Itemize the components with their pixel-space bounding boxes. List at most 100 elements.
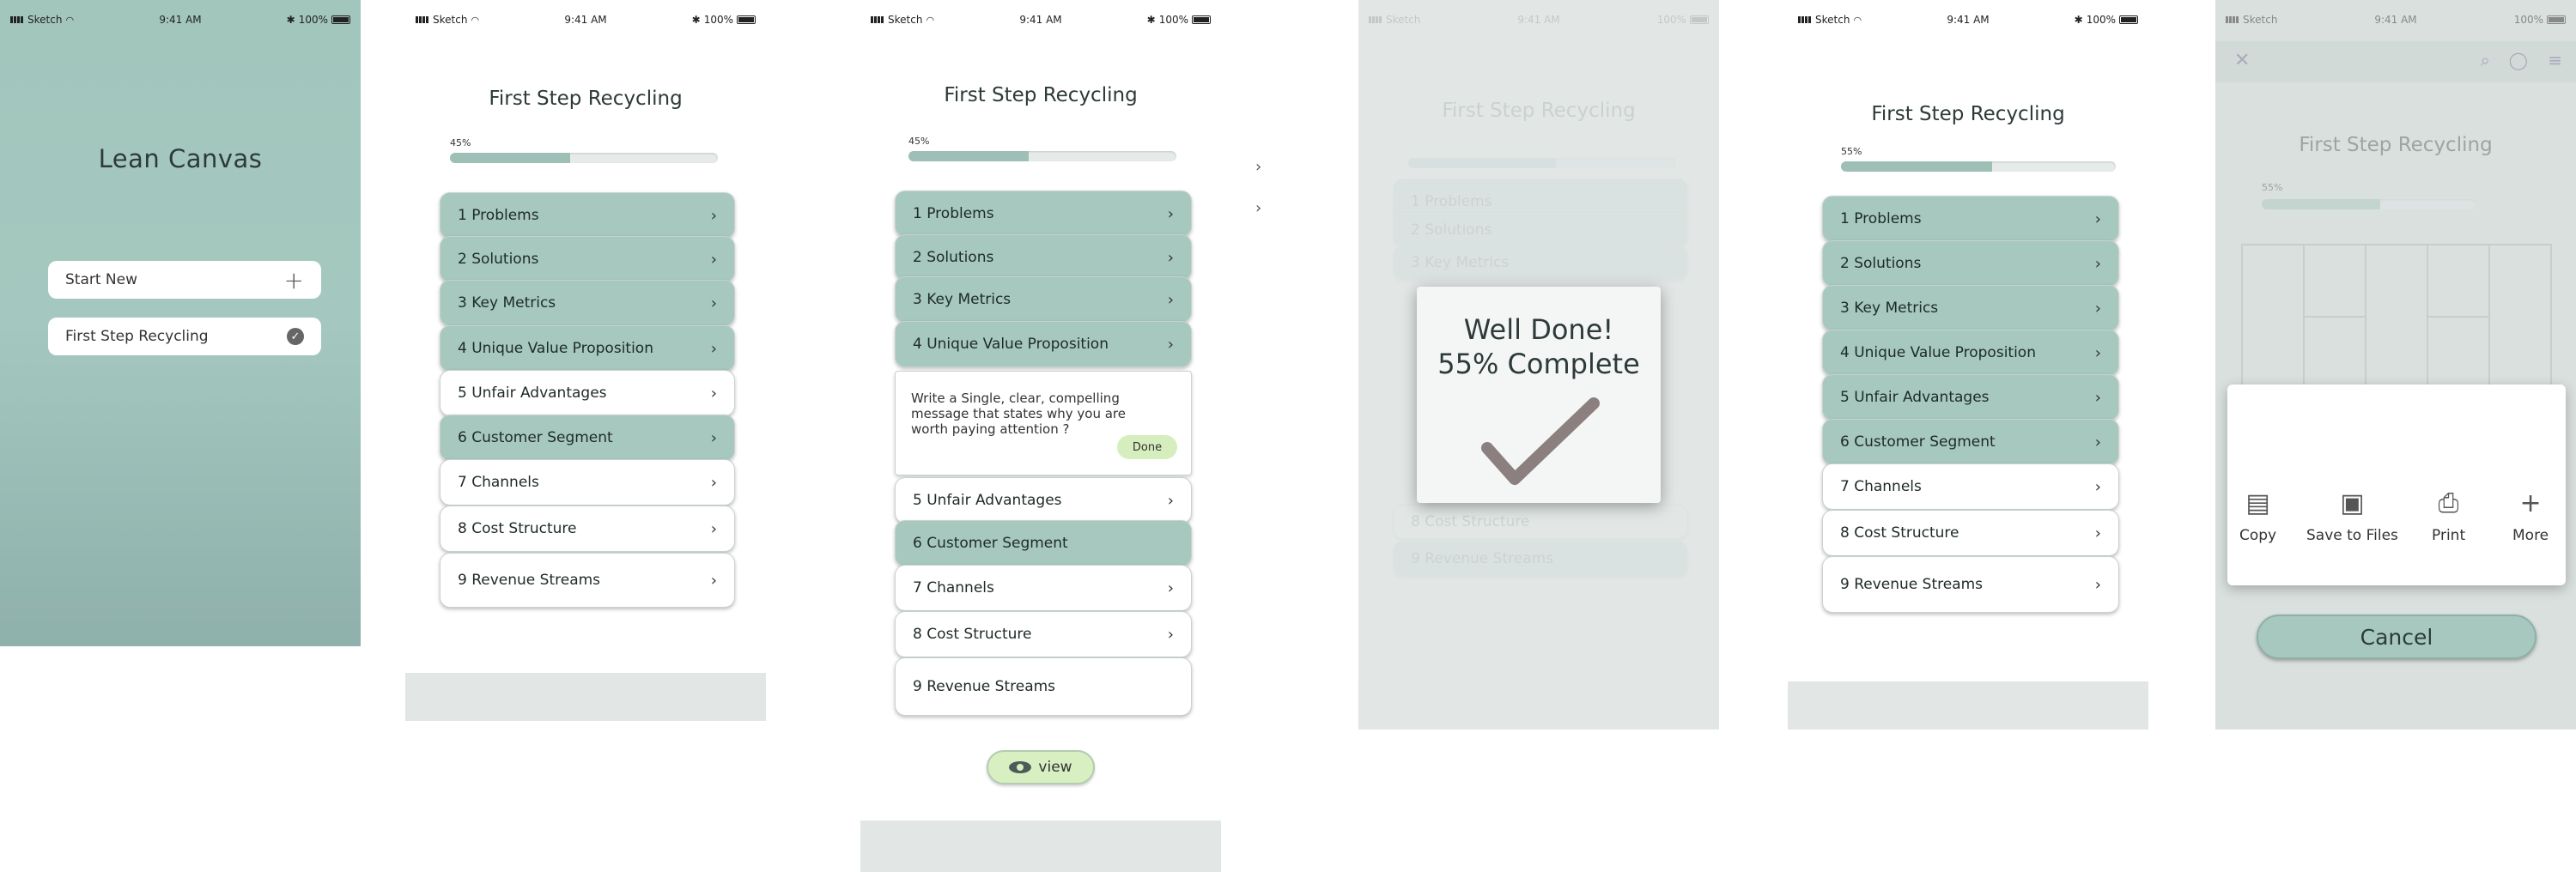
screen-progress-45: Sketch ◠ 9:41 AM ✱ 100% First Step Recycli… <box>405 0 766 730</box>
chevron-right-icon: › <box>2094 299 2101 318</box>
start-new-button[interactable]: Start New + <box>48 261 321 299</box>
carrier-label: Sketch <box>888 14 923 26</box>
screen-share-sheet: Sketch 9:41 AM 100% ✕ ⌕ ◯ ≡ First Step R… <box>2215 0 2576 730</box>
more-action[interactable]: + More <box>2512 487 2549 545</box>
item-label: 5 Unfair Advantages <box>913 492 1062 509</box>
canvas-cell <box>2304 317 2366 389</box>
chevron-right-icon: › <box>2094 524 2101 542</box>
item-label: 1 Problems <box>913 205 994 222</box>
cancel-button[interactable]: Cancel <box>2257 615 2537 659</box>
view-button[interactable]: view <box>987 750 1095 784</box>
battery-label: 100% <box>2513 14 2543 26</box>
item-label: 7 Channels <box>458 474 539 491</box>
item-label: 3 Key Metrics <box>913 291 1012 308</box>
chevron-right-icon: › <box>710 294 717 312</box>
list-item[interactable]: 9 Revenue Streams <box>895 657 1192 716</box>
list-item[interactable]: 9 Revenue Streams › <box>440 553 735 608</box>
list-item[interactable]: 6 Customer Segment <box>895 520 1192 566</box>
chevron-right-icon: › <box>2094 477 2101 496</box>
list-item[interactable]: 1 Problems › <box>1822 196 2119 242</box>
list-item[interactable]: 5 Unfair Advantages › <box>1822 374 2119 421</box>
item-label: 6 Customer Segment <box>913 535 1068 552</box>
bluetooth-icon: ✱ <box>2074 14 2083 26</box>
list-item[interactable]: 1 Problems › <box>895 191 1192 237</box>
item-label: 4 Unique Value Proposition <box>913 336 1109 353</box>
done-button[interactable]: Done <box>1117 435 1177 459</box>
prompt-text: Write a Single, clear, compelling messag… <box>911 391 1126 437</box>
item-label: 6 Customer Segment <box>1840 433 1996 451</box>
chevron-right-icon: › <box>1167 578 1174 597</box>
bottom-bar <box>1358 681 1719 730</box>
wifi-icon: ◠ <box>471 14 480 26</box>
list-item[interactable]: 8 Cost Structure › <box>1822 510 2119 556</box>
chevron-right-icon: › <box>710 428 717 447</box>
list-item[interactable]: 8 Cost Structure › <box>895 611 1192 657</box>
progress-fill <box>450 153 571 163</box>
list-item[interactable]: 7 Channels › <box>440 459 735 506</box>
share-sheet: ▤ Copy ▣ Save to Files ⎙ Print + More <box>2227 385 2566 585</box>
list-item[interactable]: 9 Revenue Streams › <box>1822 556 2119 613</box>
toolbar: ✕ ⌕ ◯ ≡ <box>2215 41 2576 82</box>
list-item[interactable]: 2 Solutions › <box>1822 240 2119 287</box>
copy-action[interactable]: ▤ Copy <box>2239 487 2276 545</box>
list-item[interactable]: 8 Cost Structure › <box>440 506 735 552</box>
item-label: 5 Unfair Advantages <box>1840 389 1990 406</box>
canvas-cell <box>2242 245 2304 389</box>
modal-title: Well Done! <box>1463 313 1614 346</box>
progress-bar <box>450 153 718 163</box>
progress-fill <box>2262 199 2380 209</box>
menu-icon[interactable]: ≡ <box>2548 50 2562 70</box>
list-item[interactable]: 1 Problems › <box>440 192 735 239</box>
list-item[interactable]: 3 Key Metrics › <box>440 280 735 326</box>
list-item[interactable]: 6 Customer Segment › <box>1822 419 2119 465</box>
page-title: First Step Recycling <box>2299 134 2493 156</box>
print-action[interactable]: ⎙ Print <box>2432 487 2465 545</box>
list-item[interactable]: 7 Channels › <box>1822 463 2119 510</box>
chevron-right-icon: › <box>2094 388 2101 407</box>
view-label: view <box>1038 759 1072 776</box>
project-label: First Step Recycling <box>65 328 209 345</box>
list-item[interactable]: 3 Key Metrics › <box>1822 285 2119 331</box>
item-label: 3 Key Metrics <box>458 294 556 312</box>
list-item-expanded[interactable]: 4 Unique Value Proposition › <box>895 321 1192 367</box>
canvas-cell <box>2489 245 2551 389</box>
battery-icon <box>2119 15 2138 24</box>
list-item[interactable]: 5 Unfair Advantages › <box>895 477 1192 524</box>
search-icon[interactable]: ⌕ <box>2481 50 2490 70</box>
bluetooth-icon: ✱ <box>1146 14 1156 26</box>
save-to-files-action[interactable]: ▣ Save to Files <box>2306 487 2398 545</box>
list-item[interactable]: 3 Key Metrics › <box>895 276 1192 323</box>
chevron-right-icon: › <box>2094 343 2101 362</box>
status-bar: Sketch ◠ 9:41 AM ✱ 100% <box>416 10 756 29</box>
list-item[interactable]: 6 Customer Segment › <box>440 415 735 461</box>
progress-label: 45% <box>908 136 930 147</box>
user-icon[interactable]: ◯ <box>2509 50 2528 70</box>
project-item[interactable]: First Step Recycling ✓ <box>48 318 321 355</box>
chevron-right-icon: › <box>2094 254 2101 273</box>
chevron-right-icon: › <box>1167 248 1174 267</box>
chevron-right-icon: › <box>1167 335 1174 354</box>
list-item[interactable]: 4 Unique Value Proposition › <box>440 325 735 372</box>
list-item[interactable]: 2 Solutions › <box>895 234 1192 281</box>
item-label: 6 Customer Segment <box>458 429 613 446</box>
canvas-preview <box>2241 244 2552 390</box>
screen-home: Sketch ◠ 9:41 AM ✱ 100% Lean Canvas Start … <box>0 0 361 646</box>
eye-icon <box>1009 761 1032 773</box>
list-item[interactable]: 5 Unfair Advantages › <box>440 370 735 416</box>
chevron-right-icon: › <box>2094 433 2101 451</box>
bottom-bar <box>860 821 1221 872</box>
canvas-cell <box>2427 317 2489 389</box>
chevron-right-icon: › <box>1167 625 1174 644</box>
battery-label: 100% <box>2086 14 2116 26</box>
close-icon[interactable]: ✕ <box>2234 50 2250 71</box>
chevron-right-icon: › <box>710 571 717 590</box>
list-item[interactable]: 4 Unique Value Proposition › <box>1822 330 2119 376</box>
carrier-label: Sketch <box>433 14 468 26</box>
item-label: 9 Revenue Streams <box>913 678 1056 695</box>
item-label: 4 Unique Value Proposition <box>1840 344 2036 361</box>
list-item[interactable]: 2 Solutions › <box>440 236 735 282</box>
checkmark-icon <box>1481 397 1600 485</box>
progress-bar <box>2262 199 2476 209</box>
list-item[interactable]: 7 Channels › <box>895 565 1192 611</box>
chevron-right-icon: › <box>710 206 717 225</box>
